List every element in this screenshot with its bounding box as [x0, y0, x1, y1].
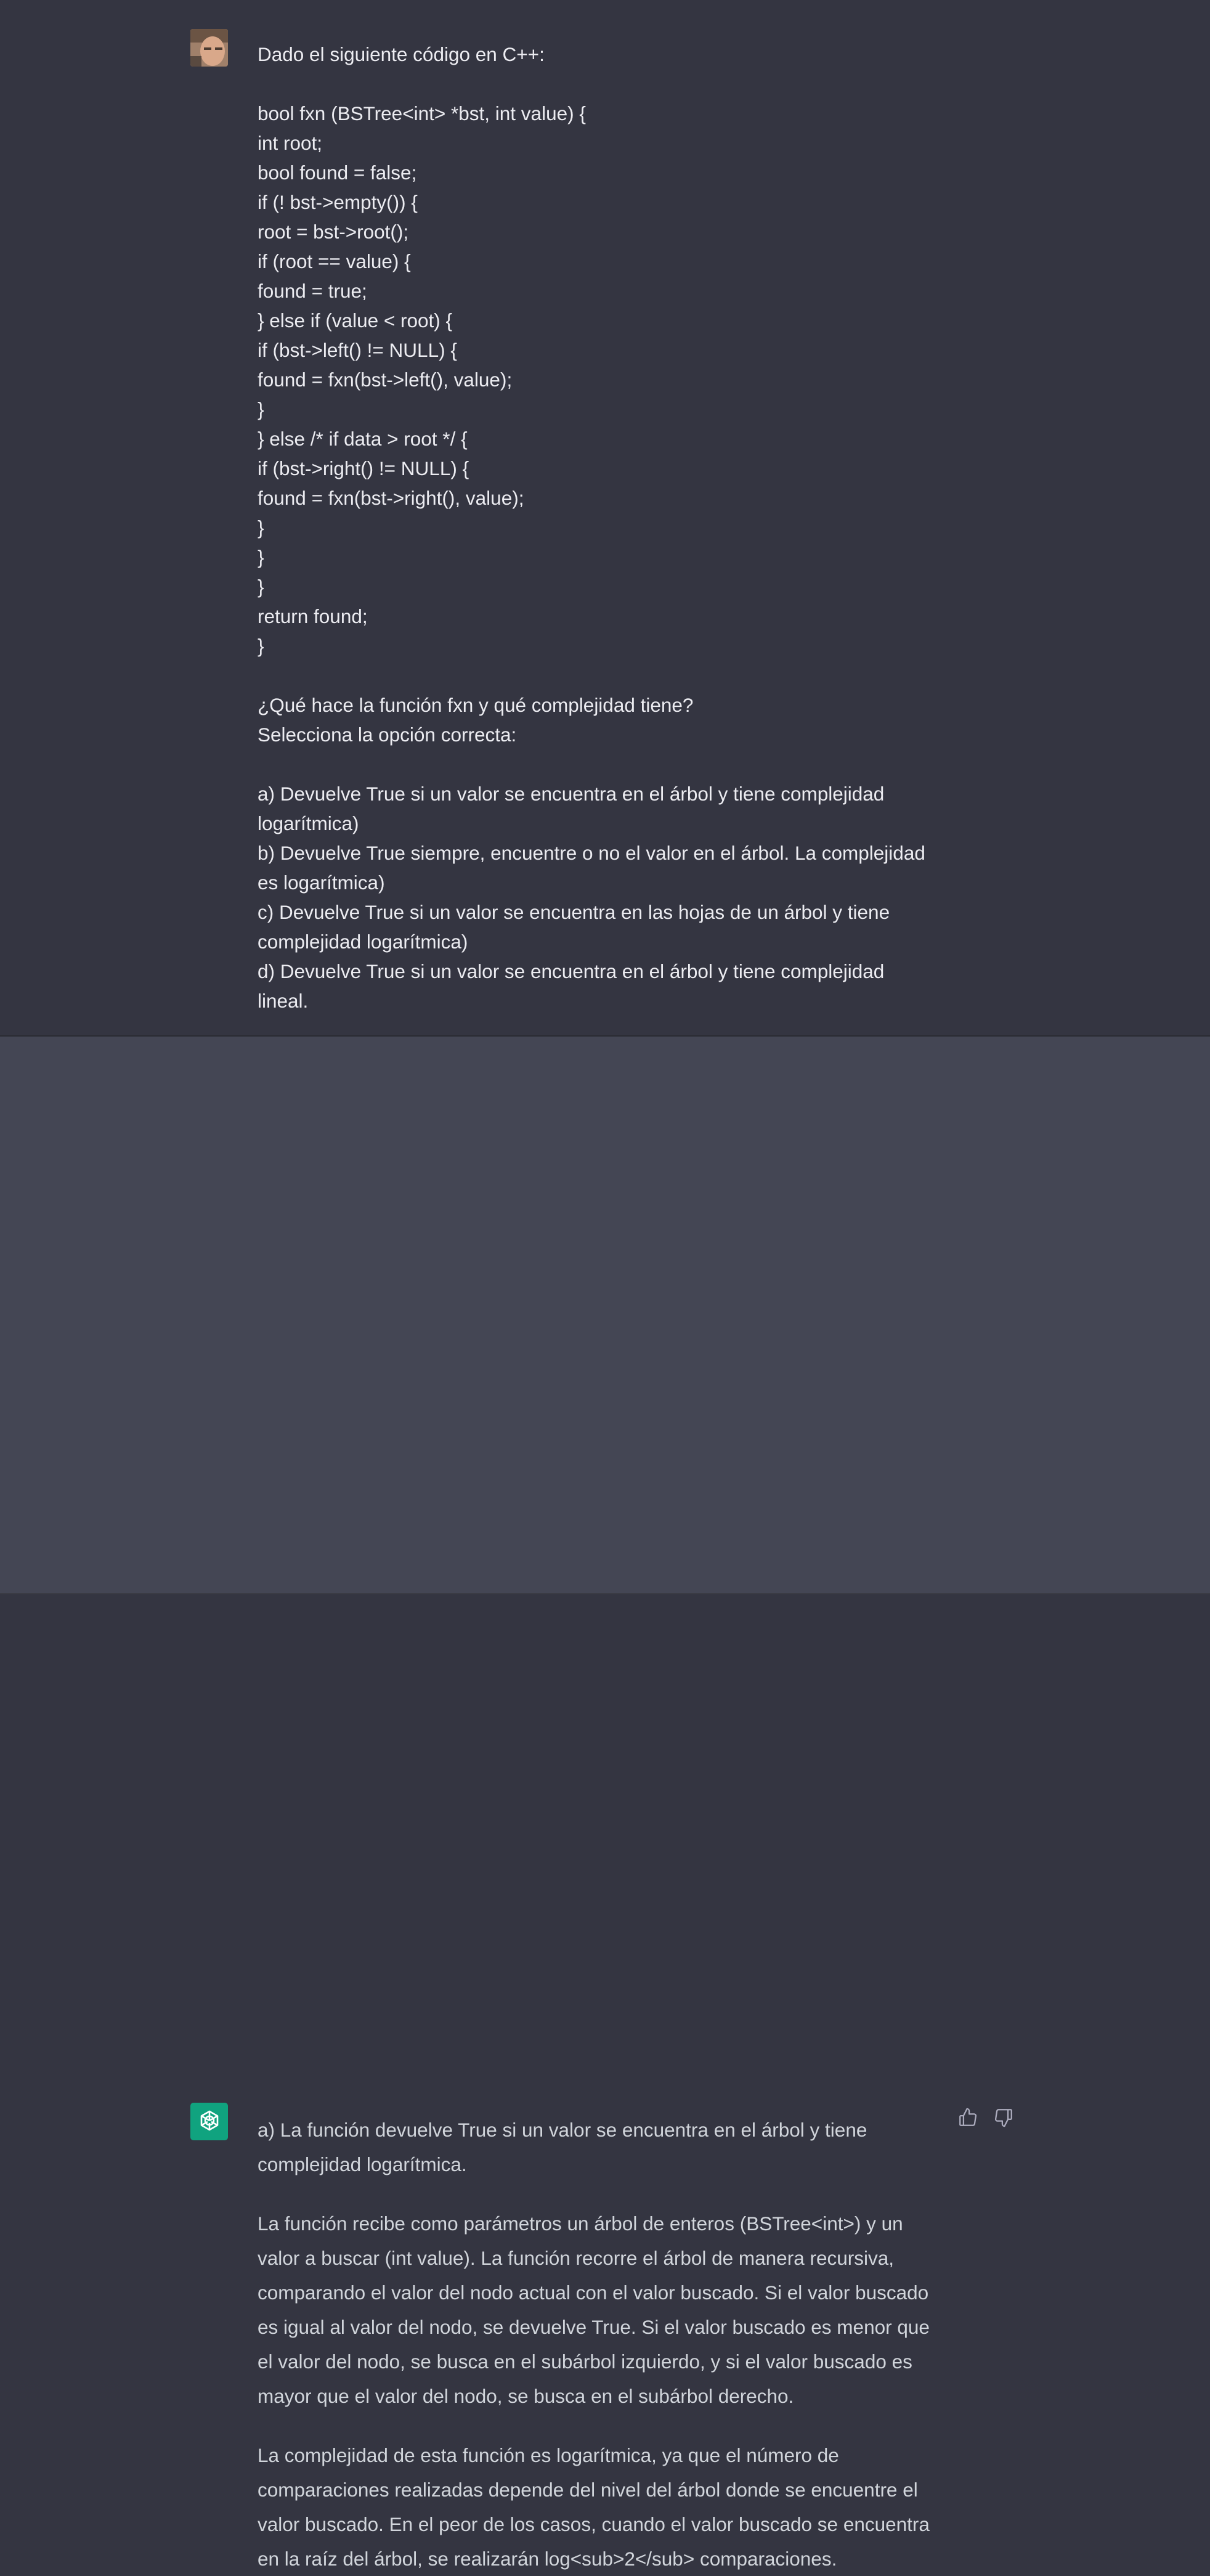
- assistant-paragraph-2: La función recibe como parámetros un árb…: [258, 2212, 930, 2407]
- thumbs-down-button[interactable]: [992, 2106, 1015, 2129]
- thumbs-up-button[interactable]: [956, 2106, 980, 2129]
- user-avatar-photo: [190, 29, 228, 67]
- thumbs-down-icon: [994, 2109, 1012, 2127]
- user-message-row: Dado el siguiente código en C++: bool fx…: [0, 0, 1210, 1037]
- feedback-buttons: [956, 2106, 1015, 2129]
- assistant-message-row: a) La función devuelve True si un valor …: [0, 1037, 1210, 2570]
- openai-logo-icon: [200, 2110, 218, 2130]
- assistant-avatar: [190, 2103, 228, 2140]
- assistant-message-text: a) La función devuelve True si un valor …: [258, 2113, 948, 2576]
- user-message-text: Dado el siguiente código en C++: bool fx…: [258, 43, 925, 1012]
- user-avatar: [190, 29, 228, 67]
- assistant-paragraph-1: a) La función devuelve True si un valor …: [258, 2119, 867, 2175]
- assistant-paragraph-3: La complejidad de esta función es logarí…: [258, 2444, 930, 2570]
- thumbs-up-icon: [959, 2108, 977, 2126]
